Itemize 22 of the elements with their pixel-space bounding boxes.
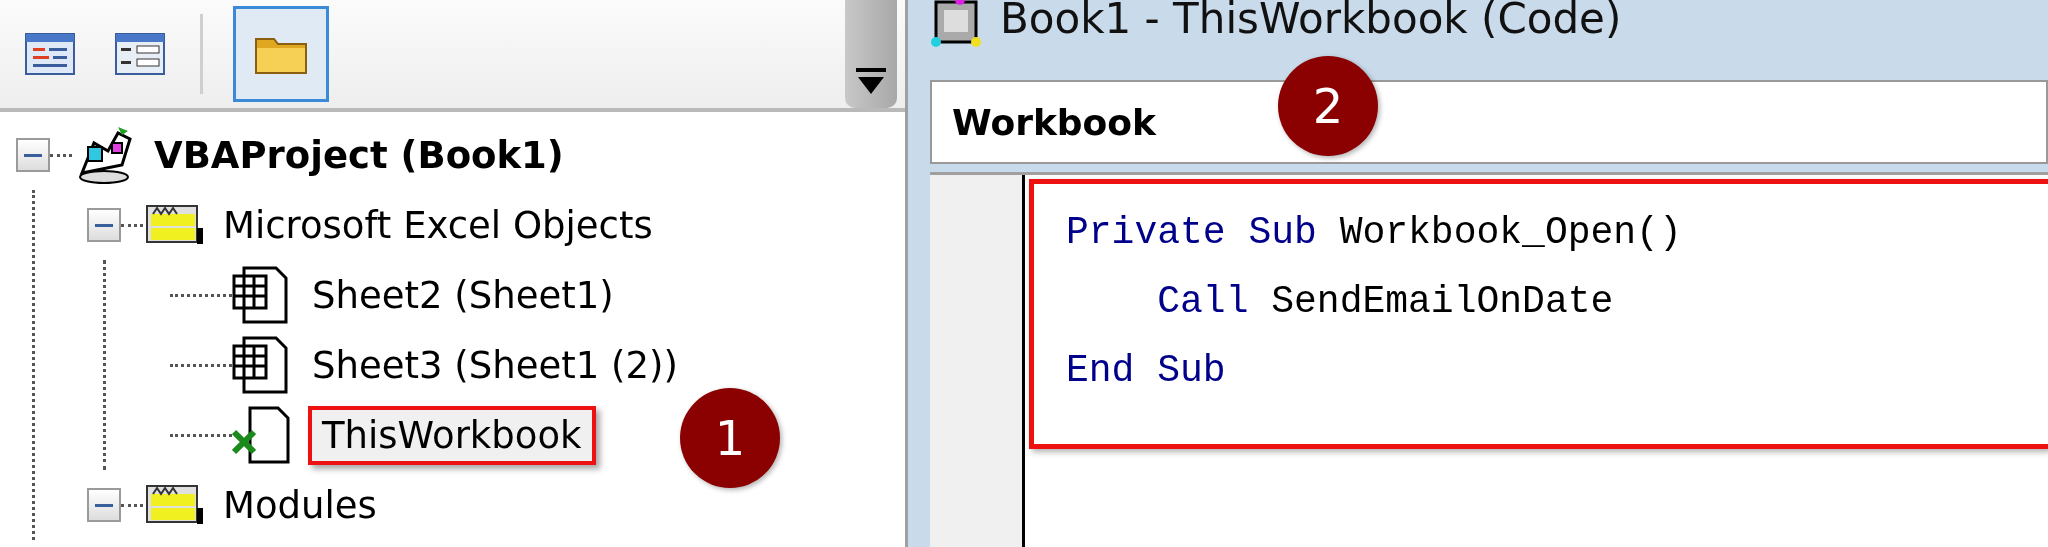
code-line: Call SendEmailOnDate xyxy=(1156,279,1615,325)
code-line: End Sub xyxy=(1066,348,1227,394)
code-editor[interactable]: Private Sub Workbook_Open() Call SendEmailOnDate End Sub xyxy=(1029,179,2048,449)
dropdown-arrow-icon xyxy=(856,68,886,96)
collapse-toggle[interactable] xyxy=(87,208,121,242)
tree-item[interactable]: Sheet3 (Sheet1 (2)) xyxy=(308,339,682,391)
tree-item[interactable]: Microsoft Excel Objects xyxy=(219,199,657,251)
code-view-icon xyxy=(25,33,75,75)
minus-icon xyxy=(95,223,113,227)
tree-item[interactable]: Sheet2 (Sheet1) xyxy=(308,269,618,321)
collapse-toggle[interactable] xyxy=(16,138,50,172)
scroll-button[interactable] xyxy=(845,0,897,108)
form-view-icon xyxy=(115,33,165,75)
code-line: Private Sub Workbook_Open() xyxy=(1066,210,1683,256)
tree-item[interactable]: Modules xyxy=(219,479,381,531)
minus-icon xyxy=(95,503,113,507)
toolbar-button[interactable] xyxy=(233,6,329,102)
tree-item[interactable]: VBAProject (Book1) xyxy=(150,129,568,181)
collapse-toggle[interactable] xyxy=(87,488,121,522)
tree-item[interactable]: ThisWorkbook xyxy=(308,405,596,465)
minus-icon xyxy=(24,153,42,157)
window-title: Book1 - ThisWorkbook (Code) xyxy=(1000,0,1622,44)
